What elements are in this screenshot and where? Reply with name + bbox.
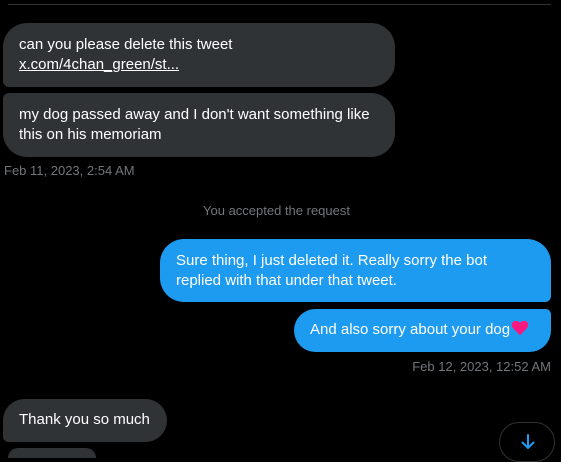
message-text: my dog passed away and I don't want some… [19, 106, 370, 123]
message-text: Thank you so much [19, 411, 150, 428]
message-text: can you please delete this tweet [19, 36, 233, 53]
scroll-to-bottom-button[interactable] [499, 422, 555, 462]
top-divider [8, 4, 551, 5]
message-timestamp: Feb 11, 2023, 2:54 AM [4, 163, 135, 178]
message-text: this on his memoriam [19, 126, 162, 143]
message-text: Sure thing, I just deleted it. Really so… [176, 252, 487, 269]
tweet-link[interactable]: x.com/4chan_green/st... [19, 56, 179, 73]
request-accepted-note: You accepted the request [203, 203, 350, 218]
arrow-down-icon [521, 434, 535, 449]
incoming-message-bubble[interactable]: can you please delete this tweet x.com/4… [3, 23, 395, 87]
outgoing-message-bubble[interactable]: Sure thing, I just deleted it. Really so… [160, 239, 551, 302]
message-text: And also sorry about your dog [310, 321, 511, 338]
incoming-message-bubble[interactable]: my dog passed away and I don't want some… [3, 93, 395, 157]
message-timestamp: Feb 12, 2023, 12:52 AM [412, 359, 551, 374]
outgoing-message-bubble[interactable]: And also sorry about your dog [294, 309, 551, 352]
red-heart-emoji [511, 320, 529, 342]
incoming-message-bubble-partial [8, 448, 96, 458]
incoming-message-bubble[interactable]: Thank you so much [3, 399, 167, 442]
message-text: replied with that under that tweet. [176, 272, 397, 289]
